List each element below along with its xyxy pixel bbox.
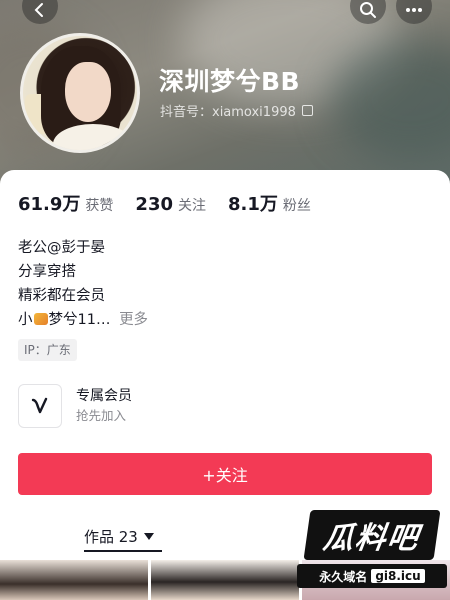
bio-line: 精彩都在会员 <box>18 288 105 304</box>
stat-likes-value: 61.9万 <box>18 194 81 215</box>
bio-line4-rest: 梦兮11… <box>48 312 111 328</box>
bio-line: 分享穿搭 <box>18 264 76 280</box>
emoji-icon <box>33 313 48 325</box>
avatar[interactable] <box>20 33 140 153</box>
stat-likes[interactable]: 61.9万 获赞 <box>18 190 113 216</box>
follow-button[interactable]: +关注 <box>18 453 432 495</box>
member-entry[interactable]: 专属会员 抢先加入 <box>18 384 132 428</box>
back-arrow-icon <box>34 3 43 17</box>
dropdown-triangle-icon <box>143 533 154 540</box>
work-thumbnail[interactable] <box>0 560 148 600</box>
watermark-tagline: 永久域名 <box>319 569 368 584</box>
member-title: 专属会员 <box>76 388 132 404</box>
stat-following-label: 关注 <box>178 198 206 214</box>
stat-followers-value: 8.1万 <box>228 194 278 215</box>
stat-followers-label: 粉丝 <box>282 198 311 214</box>
more-dots-icon <box>406 8 422 12</box>
tab-works[interactable]: 作品 23 <box>84 526 154 547</box>
stat-followers[interactable]: 8.1万 粉丝 <box>228 190 311 216</box>
bio-line-truncated: 小梦兮11… 更多 <box>18 308 148 332</box>
copy-icon[interactable] <box>301 105 313 116</box>
account-id: 抖音号：xiamoxi1998 <box>160 101 313 120</box>
account-id-text: 抖音号：xiamoxi1998 <box>160 105 296 120</box>
profile-bio: 老公@彭于晏 分享穿搭 精彩都在会员 小梦兮11… 更多 <box>18 236 148 332</box>
site-watermark: 瓜料吧 永久域名 gi8.icu <box>297 510 447 590</box>
stat-following-value: 230 <box>135 194 173 215</box>
profile-name: 深圳梦兮BB <box>159 67 301 96</box>
bio-more-link[interactable]: 更多 <box>119 312 148 328</box>
work-thumbnail[interactable] <box>151 560 299 600</box>
member-subtitle: 抢先加入 <box>76 408 127 423</box>
stat-likes-label: 获赞 <box>85 198 114 214</box>
ip-location-tag: IP：广东 <box>18 339 77 361</box>
tab-works-label: 作品 23 <box>84 528 138 546</box>
watermark-domain: gi8.icu <box>371 569 425 583</box>
bio-line4-prefix: 小 <box>18 312 33 328</box>
bio-line: 老公@彭于晏 <box>18 240 105 256</box>
stat-following[interactable]: 230 关注 <box>135 194 206 215</box>
tab-works-underline <box>84 550 162 552</box>
member-v-icon <box>18 384 62 428</box>
search-icon <box>360 2 376 18</box>
profile-stats: 61.9万 获赞 230 关注 8.1万 粉丝 <box>18 190 333 216</box>
watermark-logo: 瓜料吧 <box>303 510 441 560</box>
watermark-domain-bar: 永久域名 gi8.icu <box>297 564 447 588</box>
